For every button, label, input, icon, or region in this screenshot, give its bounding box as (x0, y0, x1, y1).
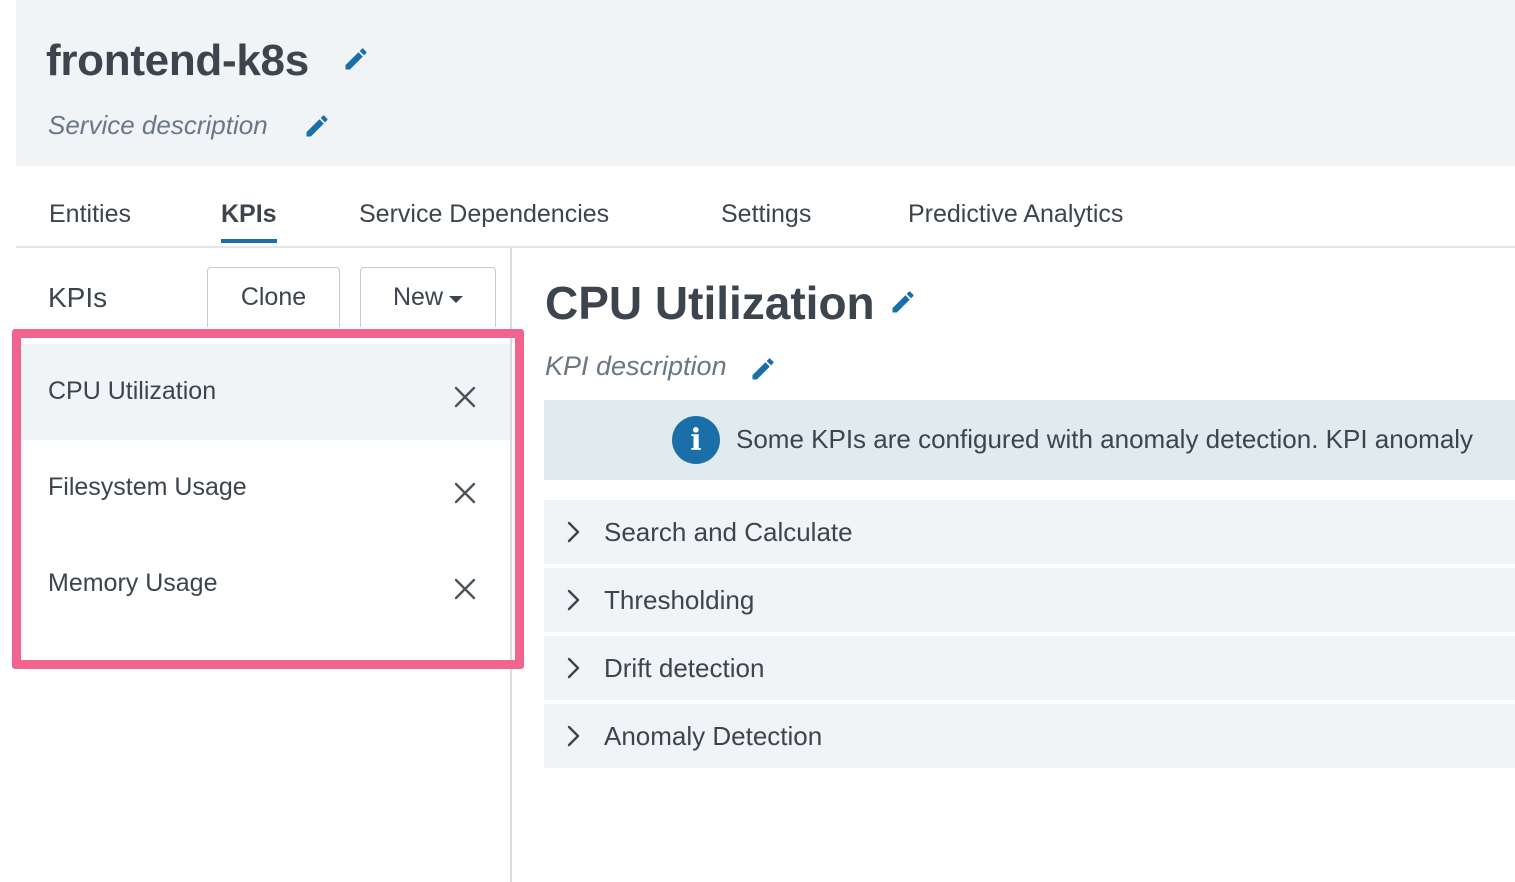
info-banner-text: Some KPIs are configured with anomaly de… (736, 424, 1474, 454)
section-search-and-calculate[interactable]: Search and Calculate (544, 500, 1515, 564)
delete-kpi-close-icon[interactable] (454, 386, 476, 408)
kpi-item-label: Filesystem Usage (48, 473, 247, 501)
edit-kpi-title-pencil-icon[interactable] (889, 288, 917, 316)
caret-down-icon (449, 295, 463, 303)
tab-entities[interactable]: Entities (49, 200, 131, 229)
chevron-right-icon (566, 588, 582, 612)
kpi-description: KPI description (545, 351, 727, 381)
delete-kpi-close-icon[interactable] (454, 578, 476, 600)
tab-service-dependencies[interactable]: Service Dependencies (359, 200, 609, 229)
edit-kpi-description-pencil-icon[interactable] (749, 355, 777, 383)
info-icon: i (672, 416, 720, 464)
chevron-right-icon (566, 724, 582, 748)
kpi-list-item-memory-usage[interactable]: Memory Usage (20, 536, 510, 632)
chevron-right-icon (566, 656, 582, 680)
edit-description-pencil-icon[interactable] (303, 112, 331, 140)
service-title: frontend-k8s (46, 36, 309, 85)
section-label: Anomaly Detection (604, 721, 823, 751)
section-label: Drift detection (604, 653, 765, 683)
section-thresholding[interactable]: Thresholding (544, 568, 1515, 632)
edit-title-pencil-icon[interactable] (342, 45, 370, 73)
tab-settings[interactable]: Settings (721, 200, 811, 229)
tab-bar: Entities KPIs Service Dependencies Setti… (16, 166, 1515, 248)
new-button-label: New (392, 283, 443, 311)
kpi-item-label: CPU Utilization (48, 377, 217, 405)
section-anomaly-detection[interactable]: Anomaly Detection (544, 704, 1515, 768)
service-description: Service description (48, 110, 268, 140)
kpi-list: CPU Utilization Filesystem Usage Memory … (20, 344, 510, 632)
kpi-list-heading: KPIs (48, 282, 108, 313)
new-kpi-button[interactable]: New (360, 267, 496, 327)
section-label: Thresholding (604, 585, 755, 615)
kpi-title: CPU Utilization (545, 277, 875, 329)
section-label: Search and Calculate (604, 517, 853, 547)
section-drift-detection[interactable]: Drift detection (544, 636, 1515, 700)
panel-divider (510, 248, 512, 882)
service-header: frontend-k8s Service description (16, 0, 1515, 166)
tab-kpis[interactable]: KPIs (221, 200, 277, 243)
clone-button[interactable]: Clone (207, 267, 340, 327)
kpi-list-item-filesystem-usage[interactable]: Filesystem Usage (20, 440, 510, 536)
delete-kpi-close-icon[interactable] (454, 482, 476, 504)
tab-predictive-analytics[interactable]: Predictive Analytics (908, 200, 1123, 229)
chevron-right-icon (566, 520, 582, 544)
kpi-item-label: Memory Usage (48, 569, 218, 597)
kpi-list-item-cpu-utilization[interactable]: CPU Utilization (20, 344, 510, 440)
anomaly-info-banner: i Some KPIs are configured with anomaly … (544, 400, 1515, 480)
clone-button-label: Clone (240, 283, 307, 311)
